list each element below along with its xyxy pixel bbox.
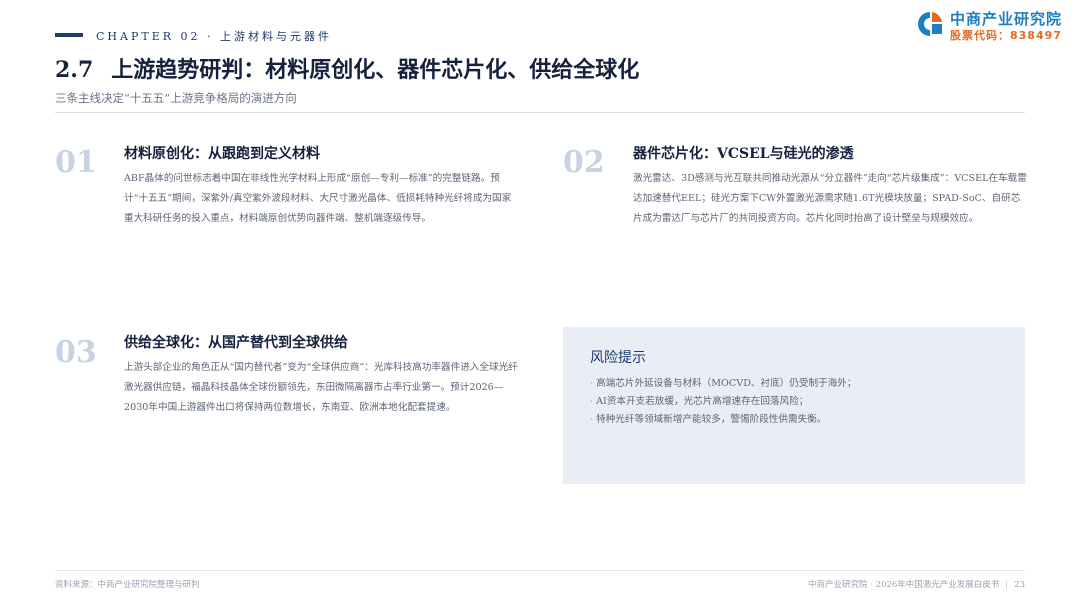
section-number: 2.7 — [55, 57, 94, 83]
risk-title: 风险提示 — [590, 350, 646, 366]
footer-publisher: 中商产业研究院 · 2026年中国激光产业发展白皮书 | 23 — [808, 578, 1025, 590]
block-body-02: 激光雷达、3D感测与光互联共同推动光源从“分立器件”走向“芯片级集成”：VCSE… — [633, 173, 1027, 224]
risk-item: 高端芯片外延设备与材料（MOCVD、衬底）仍受制于海外； — [590, 375, 856, 393]
logo-name: 中商产业研究院 — [950, 10, 1063, 28]
risk-item: 特种光纤等领域新增产能较多，警惕阶段性供需失衡。 — [590, 411, 856, 429]
block-body-01: ABF晶体的问世标志着中国在非线性光学材料上形成“原创—专利—标准”的完整链路。… — [124, 173, 512, 224]
block-title-02: 器件芯片化：VCSEL与硅光的渗透 — [633, 146, 854, 162]
company-logo: 中商产业研究院 股票代码：838497 — [916, 8, 1066, 44]
block-number-02: 02 — [563, 145, 605, 180]
risk-panel: 风险提示 高端芯片外延设备与材料（MOCVD、衬底）仍受制于海外； AI资本开支… — [563, 327, 1025, 484]
chapter-accent-bar — [55, 33, 83, 37]
block-number-01: 01 — [55, 145, 97, 180]
block-number-03: 03 — [55, 335, 97, 370]
block-title-01: 材料原创化：从跟跑到定义材料 — [124, 146, 320, 162]
risk-item: AI资本开支若放缓，光芯片高增速存在回落风险； — [590, 393, 856, 411]
risk-list: 高端芯片外延设备与材料（MOCVD、衬底）仍受制于海外； AI资本开支若放缓，光… — [590, 375, 856, 429]
logo-stock-code: 股票代码：838497 — [950, 29, 1062, 42]
footer-source: 资料来源：中商产业研究院整理与研判 — [55, 580, 200, 590]
block-title-03: 供给全球化：从国产替代到全球供给 — [124, 335, 348, 351]
chapter-label: CHAPTER 02 · 上游材料与元器件 — [96, 30, 332, 43]
header-divider — [55, 112, 1025, 113]
logo-icon — [918, 12, 942, 36]
footer-divider — [55, 570, 1025, 571]
block-body-03: 上游头部企业的角色正从“国内替代者”变为“全球供应商”：光库科技高功率器件进入全… — [124, 362, 518, 413]
page-subtitle: 三条主线决定“十五五”上游竞争格局的演进方向 — [55, 91, 297, 105]
page-number: 23 — [1014, 580, 1025, 590]
page-title: 2.7 上游趋势研判：材料原创化、器件芯片化、供给全球化 — [55, 52, 639, 84]
section-title: 上游趋势研判：材料原创化、器件芯片化、供给全球化 — [111, 57, 640, 83]
footer-separator: | — [1005, 580, 1009, 590]
footer-publisher-text: 中商产业研究院 · 2026年中国激光产业发展白皮书 — [808, 580, 1000, 590]
